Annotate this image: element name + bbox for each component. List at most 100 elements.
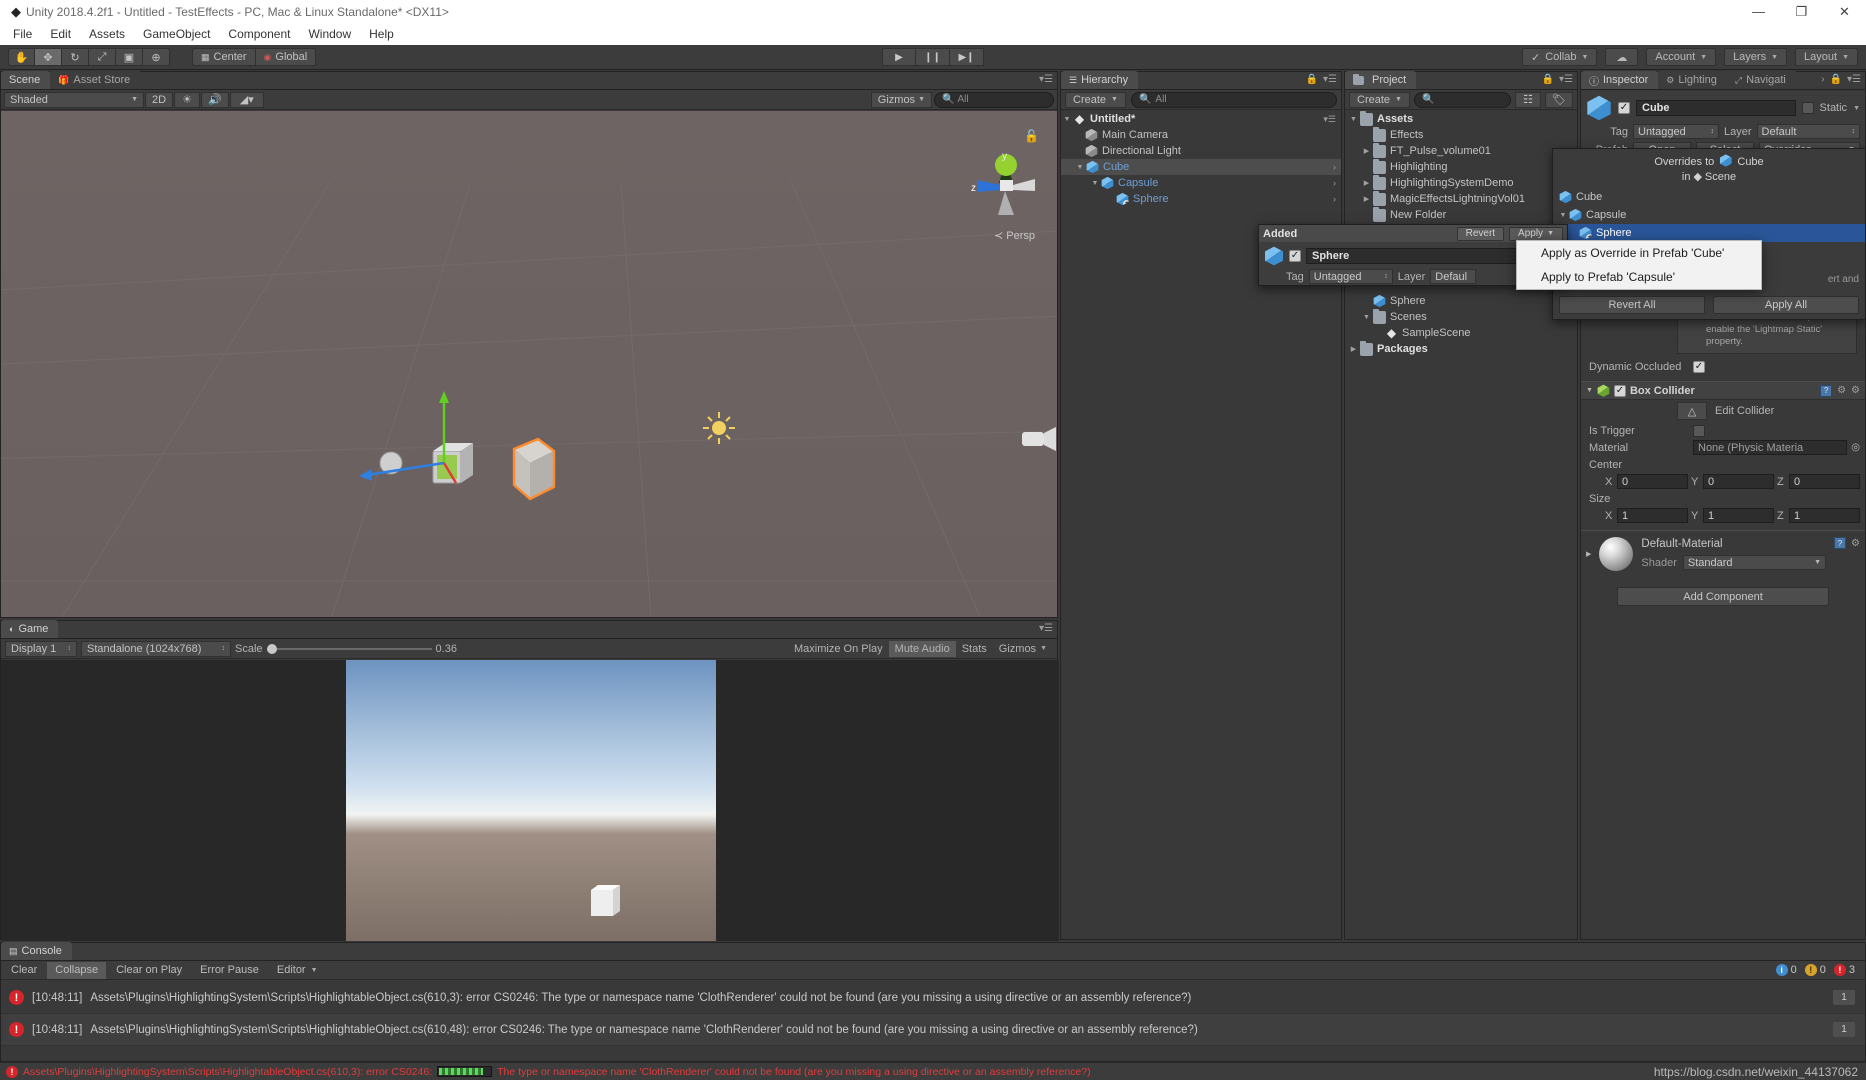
scene-lock-icon[interactable]: 🔓 [1024,129,1039,143]
object-picker-icon[interactable]: ◎ [1851,442,1860,453]
display-dropdown[interactable]: Display 1 ↕ [5,641,77,657]
game-tab-menu[interactable]: ▾☰ [1039,623,1053,634]
move-tool-icon[interactable]: ✥ [35,48,62,66]
size-y-field[interactable]: 1 [1703,508,1774,523]
console-error-pause-button[interactable]: Error Pause [192,962,267,979]
physic-material-field[interactable]: None (Physic Materia [1693,440,1847,455]
is-trigger-checkbox[interactable] [1693,425,1705,437]
menu-gameobject[interactable]: GameObject [134,25,219,43]
gear-icon[interactable]: ⚙ [1851,385,1860,396]
box-collider-enabled-checkbox[interactable]: ✓ [1614,385,1626,397]
prefab-enter-icon[interactable]: › [1333,162,1336,172]
hierarchy-scene-row[interactable]: ▼ ◆ Untitled* ▾☰ [1061,111,1341,127]
2d-toggle-button[interactable]: 2D [145,92,173,108]
revert-all-button[interactable]: Revert All [1559,296,1705,314]
added-enabled-checkbox[interactable]: ✓ [1289,250,1301,262]
lock-icon[interactable]: 🔒 [1830,74,1842,85]
rect-tool-icon[interactable]: ▣ [116,48,143,66]
tab-lighting[interactable]: ⚙ Lighting [1658,71,1727,89]
menu-edit[interactable]: Edit [41,25,80,43]
tab-scene[interactable]: Scene [1,71,50,89]
prop-dynamic-occluded[interactable]: Dynamic Occluded ✓ [1581,358,1865,375]
context-menu-item-apply-override[interactable]: Apply as Override in Prefab 'Cube' [1517,241,1761,265]
help-icon[interactable]: ? [1834,537,1846,549]
layers-button[interactable]: Layers ▼ [1724,48,1787,66]
hierarchy-tab-menu[interactable]: 🔒 ▾☰ [1306,74,1337,85]
project-item-packages[interactable]: ▶ Packages [1345,341,1577,357]
project-tab-menu[interactable]: 🔒 ▾☰ [1542,74,1573,85]
project-item-highlighting[interactable]: Highlighting [1345,159,1577,175]
size-z-field[interactable]: 1 [1789,508,1860,523]
project-item-highlighting-demo[interactable]: ▶ HighlightingSystemDemo [1345,175,1577,191]
console-info-count[interactable]: i 0 [1776,964,1797,976]
static-checkbox[interactable] [1802,102,1814,114]
account-button[interactable]: Account ▼ [1646,48,1716,66]
maximize-button[interactable]: ❐ [1780,0,1823,23]
project-item-magic-effects[interactable]: ▶ MagicEffectsLightningVol01 [1345,191,1577,207]
hierarchy-item-sphere[interactable]: + Sphere › [1061,191,1341,207]
lock-icon[interactable]: 🔒 [1542,74,1554,85]
handle-mode-button[interactable]: ◉ Global [256,48,317,66]
scene-lighting-icon[interactable]: ☀ [174,92,200,108]
status-bar[interactable]: ! Assets\Plugins\HighlightingSystem\Scri… [0,1062,1866,1080]
expand-triangle-icon[interactable]: ▼ [1061,116,1073,123]
help-icon[interactable]: ? [1820,385,1832,397]
gear-icon[interactable]: ⚙ [1851,538,1860,549]
play-button[interactable]: ▶ [882,48,916,66]
mute-audio-button[interactable]: Mute Audio [889,641,956,657]
add-component-button[interactable]: Add Component [1617,587,1829,606]
preset-icon[interactable]: ⚙ [1837,385,1846,396]
game-viewport[interactable] [1,660,1057,939]
scene-fx-icon[interactable]: ◢▾ [230,92,264,108]
chevron-right-icon[interactable]: › [1821,74,1824,85]
stats-button[interactable]: Stats [956,641,993,657]
center-z-field[interactable]: 0 [1789,474,1860,489]
maximize-on-play-button[interactable]: Maximize On Play [788,641,889,657]
size-x-field[interactable]: 1 [1617,508,1688,523]
console-warning-count[interactable]: ! 0 [1805,964,1826,976]
scale-tool-icon[interactable]: ⤢ [89,48,116,66]
expand-triangle-icon[interactable]: ▼ [1360,314,1373,321]
scene-menu-icon[interactable]: ▾☰ [1323,114,1336,125]
menu-component[interactable]: Component [219,25,299,43]
tag-dropdown[interactable]: Untagged ↕ [1633,124,1719,139]
console-log-row[interactable]: ! [10:48:11] Assets\Plugins\Highlighting… [1,982,1865,1014]
hand-tool-icon[interactable]: ✋ [8,48,35,66]
panel-menu-icon[interactable]: ▾☰ [1847,74,1861,85]
tab-console[interactable]: ▤ Console [1,942,72,960]
expand-triangle-icon[interactable]: ▼ [1347,116,1360,123]
scene-viewport[interactable]: 🔓 y z ≺ Persp [1,111,1057,617]
menu-assets[interactable]: Assets [80,25,134,43]
tab-inspector[interactable]: ⓘ Inspector [1581,71,1658,89]
aspect-dropdown[interactable]: Standalone (1024x768) ↕ [81,641,231,657]
project-item-ft-pulse[interactable]: ▶ FT_Pulse_volume01 [1345,143,1577,159]
scale-slider[interactable] [267,642,432,656]
dynamic-occluded-checkbox[interactable]: ✓ [1693,361,1705,373]
added-revert-button[interactable]: Revert [1457,227,1504,241]
tab-hierarchy[interactable]: ☰ Hierarchy [1061,71,1138,89]
scene-search-input[interactable]: 🔍 All [934,92,1054,108]
tab-navigation[interactable]: ⤢ Navigati [1727,71,1796,89]
panel-menu-icon[interactable]: ▾☰ [1559,74,1573,85]
box-collider-header[interactable]: ▼ ✓ Box Collider ? ⚙ ⚙ [1581,381,1865,400]
expand-triangle-icon[interactable]: ▶ [1360,195,1373,203]
project-item-sphere[interactable]: Sphere [1345,293,1577,309]
overrides-row-capsule[interactable]: ▼ Capsule [1553,206,1865,224]
tab-asset-store[interactable]: 🎁 Asset Store [50,71,140,89]
rotate-tool-icon[interactable]: ↻ [62,48,89,66]
expand-triangle-icon[interactable]: ▼ [1074,164,1086,171]
project-item-effects[interactable]: Effects [1345,127,1577,143]
apply-all-button[interactable]: Apply All [1713,296,1859,314]
layer-dropdown[interactable]: Default ↕ [1757,124,1860,139]
tab-game[interactable]: ◐ Game [1,620,58,638]
panel-menu-icon[interactable]: ▾☰ [1323,74,1337,85]
project-create-button[interactable]: Create ▼ [1349,92,1410,108]
hierarchy-search-input[interactable]: 🔍 All [1131,92,1337,108]
transform-tool-icon[interactable]: ⊕ [143,48,170,66]
panel-menu-icon[interactable]: ▾☰ [1039,623,1053,634]
project-item-scenes[interactable]: ▼ Scenes [1345,309,1577,325]
minimize-button[interactable]: — [1737,0,1780,23]
prefab-enter-icon[interactable]: › [1333,194,1336,204]
overrides-row-cube[interactable]: Cube [1553,188,1865,206]
object-enabled-checkbox[interactable]: ✓ [1618,102,1630,114]
